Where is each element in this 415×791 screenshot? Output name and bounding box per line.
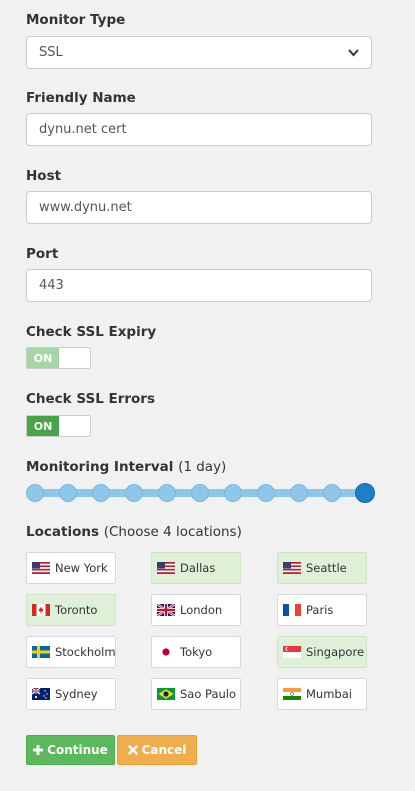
- location-seattle[interactable]: Seattle: [277, 552, 367, 584]
- location-label: New York: [55, 561, 108, 575]
- monitor-type-select[interactable]: SSL: [26, 36, 372, 69]
- port-label: Port: [26, 246, 59, 262]
- location-label: Paris: [306, 603, 334, 617]
- slider-step[interactable]: [290, 484, 308, 502]
- uk-flag-icon: [157, 604, 175, 616]
- locations-label: Locations (Choose 4 locations): [26, 524, 242, 540]
- monitor-type-label: Monitor Type: [26, 12, 126, 28]
- us-flag-icon: [283, 562, 301, 574]
- monitoring-interval-slider[interactable]: [26, 482, 376, 504]
- location-sydney[interactable]: Sydney: [26, 678, 116, 710]
- location-label: Seattle: [306, 561, 347, 575]
- cancel-button-label: Cancel: [141, 743, 187, 757]
- continue-button-label: Continue: [47, 743, 108, 757]
- location-label: Dallas: [180, 561, 216, 575]
- check-ssl-errors-label: Check SSL Errors: [26, 391, 156, 407]
- close-icon: [127, 745, 138, 755]
- locations-title: Locations: [26, 524, 99, 540]
- australia-flag-icon: [32, 688, 50, 700]
- check-ssl-errors-state: ON: [27, 416, 59, 436]
- monitoring-interval-label: Monitoring Interval (1 day): [26, 459, 226, 475]
- slider-handle[interactable]: [355, 483, 375, 503]
- location-paris[interactable]: Paris: [277, 594, 367, 626]
- france-flag-icon: [283, 604, 301, 616]
- location-label: London: [180, 603, 223, 617]
- location-label: Toronto: [55, 603, 98, 617]
- monitoring-interval-value: (1 day): [178, 459, 227, 475]
- locations-hint: (Choose 4 locations): [103, 524, 242, 540]
- friendly-name-value: dynu.net cert: [39, 122, 127, 137]
- friendly-name-label: Friendly Name: [26, 90, 136, 106]
- india-flag-icon: [283, 688, 301, 700]
- slider-step[interactable]: [125, 484, 143, 502]
- us-flag-icon: [32, 562, 50, 574]
- us-flag-icon: [157, 562, 175, 574]
- brazil-flag-icon: [157, 688, 175, 700]
- port-value: 443: [39, 278, 64, 293]
- port-input[interactable]: 443: [26, 269, 372, 302]
- monitor-type-value: SSL: [39, 45, 63, 60]
- location-label: Stockholm: [55, 645, 116, 659]
- slider-step[interactable]: [191, 484, 209, 502]
- location-label: Mumbai: [306, 687, 352, 701]
- check-ssl-expiry-toggle[interactable]: ON: [26, 347, 91, 369]
- slider-step[interactable]: [224, 484, 242, 502]
- slider-step[interactable]: [26, 484, 44, 502]
- location-new-york[interactable]: New York: [26, 552, 116, 584]
- location-singapore[interactable]: Singapore: [277, 636, 367, 668]
- location-label: Sydney: [55, 687, 98, 701]
- chevron-down-icon: [347, 47, 359, 59]
- location-london[interactable]: London: [151, 594, 241, 626]
- slider-step[interactable]: [92, 484, 110, 502]
- location-label: Sao Paulo: [180, 687, 237, 701]
- location-label: Singapore: [306, 645, 365, 659]
- singapore-flag-icon: [283, 646, 301, 658]
- cancel-button[interactable]: Cancel: [117, 735, 197, 765]
- host-value: www.dynu.net: [39, 200, 132, 215]
- location-sao-paulo[interactable]: Sao Paulo: [151, 678, 241, 710]
- location-dallas[interactable]: Dallas: [151, 552, 241, 584]
- check-ssl-expiry-label: Check SSL Expiry: [26, 324, 157, 340]
- slider-step[interactable]: [257, 484, 275, 502]
- location-toronto[interactable]: Toronto: [26, 594, 116, 626]
- slider-step[interactable]: [59, 484, 77, 502]
- host-input[interactable]: www.dynu.net: [26, 191, 372, 224]
- friendly-name-input[interactable]: dynu.net cert: [26, 113, 372, 146]
- plus-icon: [33, 745, 44, 755]
- location-mumbai[interactable]: Mumbai: [277, 678, 367, 710]
- sweden-flag-icon: [32, 646, 50, 658]
- check-ssl-errors-toggle[interactable]: ON: [26, 415, 91, 437]
- continue-button[interactable]: Continue: [26, 735, 115, 765]
- check-ssl-expiry-state: ON: [27, 348, 59, 368]
- canada-flag-icon: [32, 604, 50, 616]
- location-label: Tokyo: [180, 645, 213, 659]
- location-stockholm[interactable]: Stockholm: [26, 636, 116, 668]
- location-tokyo[interactable]: Tokyo: [151, 636, 241, 668]
- slider-step[interactable]: [158, 484, 176, 502]
- host-label: Host: [26, 168, 62, 184]
- slider-step[interactable]: [323, 484, 341, 502]
- japan-flag-icon: [157, 646, 175, 658]
- monitoring-interval-title: Monitoring Interval: [26, 459, 174, 475]
